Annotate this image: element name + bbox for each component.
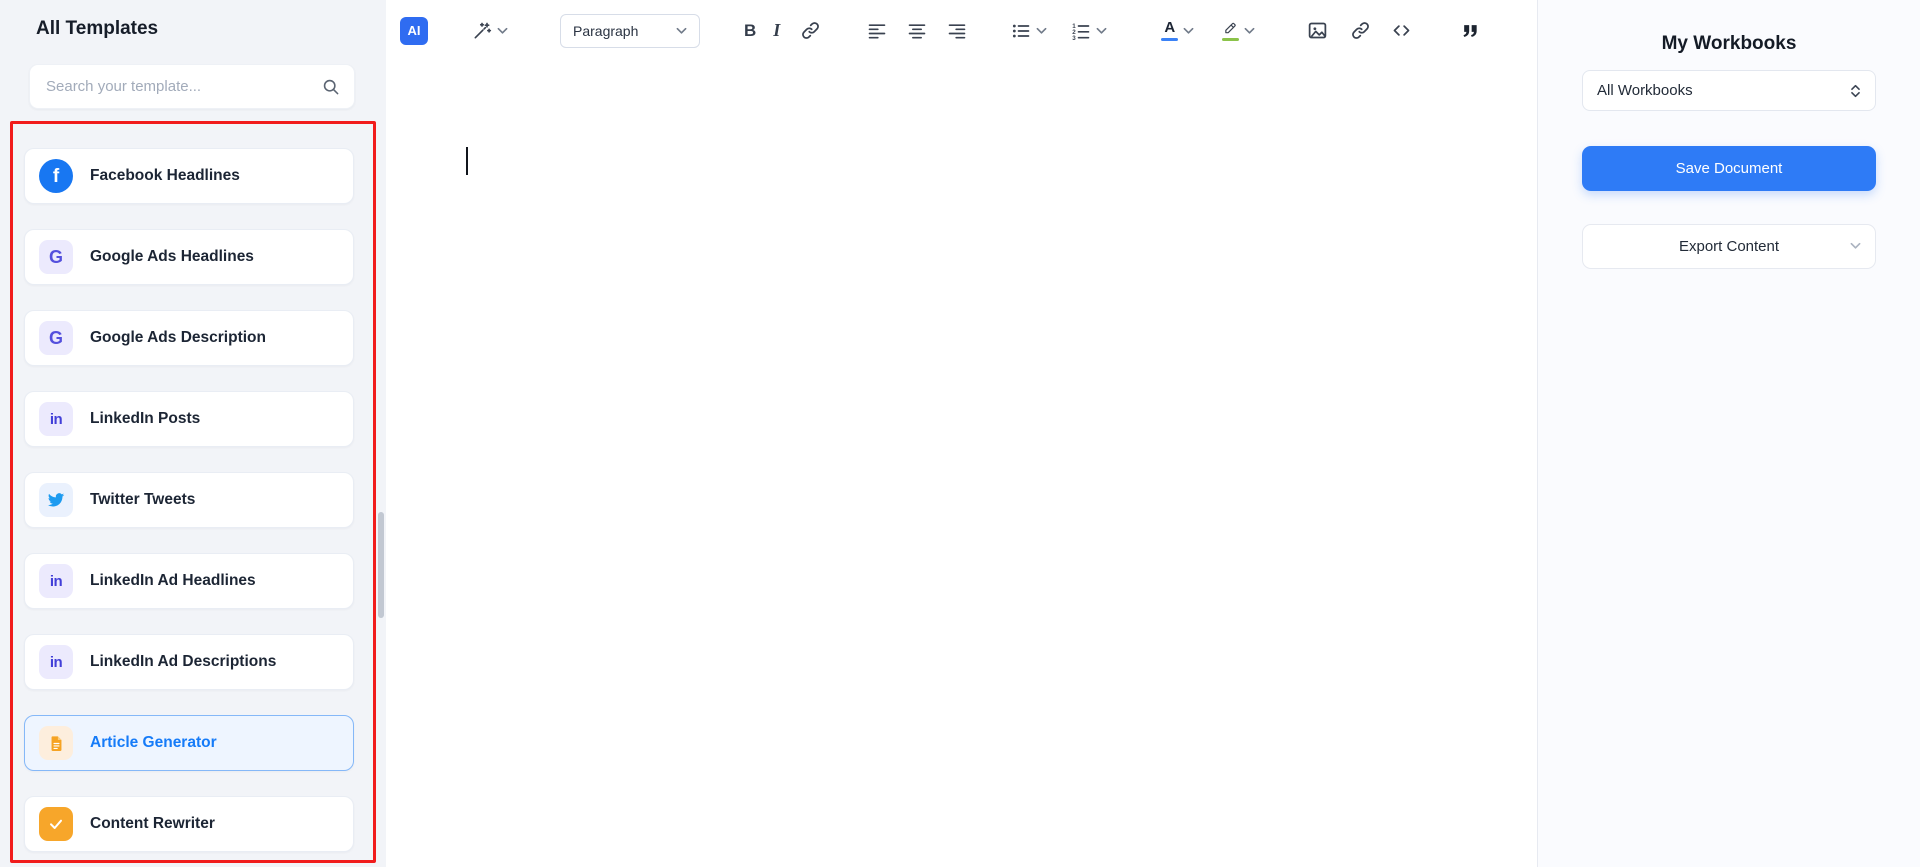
ordered-list-dropdown[interactable]: 123 [1071,21,1107,41]
twitter-icon [39,483,73,517]
template-card-facebook-headlines[interactable]: f Facebook Headlines [24,148,354,204]
template-label: Google Ads Headlines [90,248,254,265]
align-right-icon [948,23,966,39]
save-document-button[interactable]: Save Document [1582,146,1876,191]
template-card-content-rewriter[interactable]: Content Rewriter [24,796,354,852]
search-input[interactable] [46,78,321,95]
magic-wand-icon [472,21,492,41]
editor-column: AI Paragraph B I 1 2 3 A [386,0,1537,867]
workbooks-title: My Workbooks [1661,33,1797,54]
editor-toolbar: AI Paragraph B I 1 2 3 A [386,0,1537,61]
code-icon [1393,25,1410,36]
link-icon [1352,22,1370,39]
align-right-button[interactable] [947,21,967,41]
chevron-down-icon [676,27,687,34]
bullet-list-dropdown[interactable] [1011,21,1047,41]
template-card-twitter-tweets[interactable]: Twitter Tweets [24,472,354,528]
highlight-color-dropdown[interactable] [1222,21,1255,41]
search-icon[interactable] [321,77,340,96]
align-center-icon [908,23,926,39]
sidebar-scrollbar[interactable] [378,512,384,618]
align-left-icon [868,23,886,39]
editor-canvas[interactable] [386,61,1537,867]
magic-wand-dropdown[interactable] [472,21,508,41]
ordered-list-icon: 123 [1073,23,1090,41]
quote-icon [1463,24,1477,37]
select-arrows-icon [1851,84,1860,97]
bullet-list-icon [1013,24,1030,37]
template-label: Content Rewriter [90,815,215,832]
template-label: Article Generator [90,734,217,751]
template-search[interactable] [29,64,355,109]
google-icon: G [39,240,73,274]
rewriter-icon [39,807,73,841]
svg-text:3: 3 [1073,34,1077,40]
sidebar-title: All Templates [36,18,159,39]
ai-assistant-button[interactable]: AI [400,16,428,45]
template-label: Google Ads Description [90,329,266,346]
template-card-linkedin-ad-headlines[interactable]: in LinkedIn Ad Headlines [24,553,354,609]
link-icon [802,22,820,39]
align-center-button[interactable] [907,21,927,41]
template-label: Facebook Headlines [90,167,240,184]
chevron-down-icon [497,27,508,34]
linkedin-icon: in [39,564,73,598]
insert-link-button[interactable] [1350,20,1371,41]
template-label: LinkedIn Ad Headlines [90,572,256,589]
paragraph-style-select[interactable]: Paragraph [560,13,700,48]
bold-button[interactable]: B [744,21,756,41]
text-color-dropdown[interactable]: A [1161,20,1194,41]
template-list: f Facebook Headlines G Google Ads Headli… [24,148,354,852]
linkedin-icon: in [39,402,73,436]
italic-button[interactable]: I [773,20,780,41]
text-caret [466,147,468,175]
chevron-down-icon [1183,27,1194,34]
workbooks-panel: My Workbooks All Workbooks Save Document… [1537,0,1920,867]
facebook-icon: f [39,159,73,193]
code-block-button[interactable] [1391,20,1412,41]
insert-image-button[interactable] [1307,20,1328,41]
link-button[interactable] [800,20,821,41]
templates-sidebar: All Templates f Facebook Headlines G Goo… [0,0,386,867]
template-card-linkedin-ad-descriptions[interactable]: in LinkedIn Ad Descriptions [24,634,354,690]
article-icon [39,726,73,760]
chevron-down-icon [1036,27,1047,34]
chevron-down-icon [1096,27,1107,34]
google-icon: G [39,321,73,355]
linkedin-icon: in [39,645,73,679]
image-icon [1309,22,1327,39]
template-card-article-generator[interactable]: Article Generator [24,715,354,771]
template-card-google-ads-headlines[interactable]: G Google Ads Headlines [24,229,354,285]
export-content-button[interactable]: Export Content [1582,224,1876,269]
highlighter-icon [1222,21,1240,41]
chevron-down-icon [1850,242,1861,249]
template-card-linkedin-posts[interactable]: in LinkedIn Posts [24,391,354,447]
template-card-google-ads-description[interactable]: G Google Ads Description [24,310,354,366]
chevron-down-icon [1244,27,1255,34]
blockquote-button[interactable] [1460,21,1480,41]
template-label: LinkedIn Ad Descriptions [90,653,277,670]
text-color-icon: A [1161,20,1179,41]
template-label: LinkedIn Posts [90,410,201,427]
workbook-select[interactable]: All Workbooks [1582,70,1876,111]
align-left-button[interactable] [867,21,887,41]
template-label: Twitter Tweets [90,491,196,508]
